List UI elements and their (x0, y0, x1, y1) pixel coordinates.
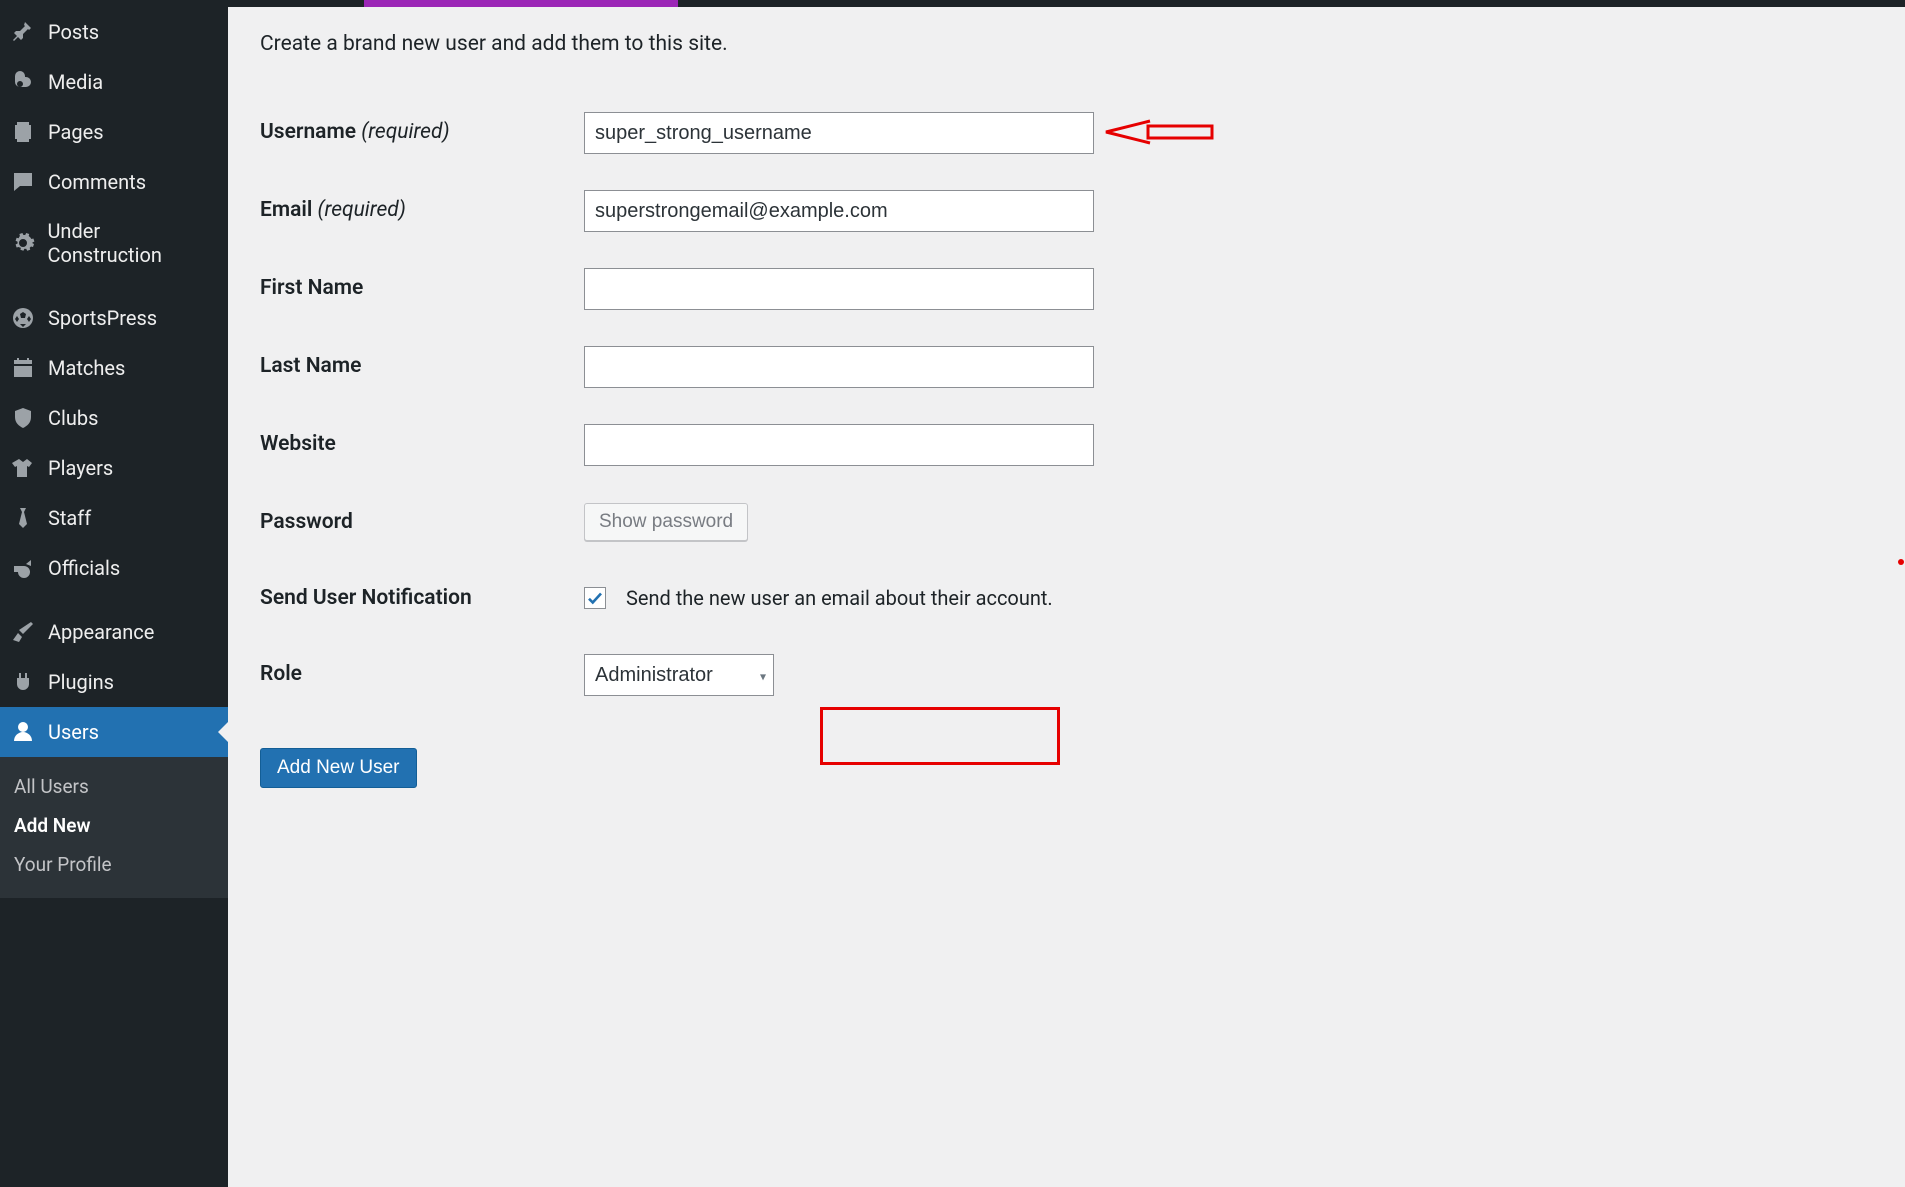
last-name-input[interactable] (584, 346, 1094, 388)
email-label: Email (required) (260, 172, 584, 250)
sidebar-item-label: Media (48, 70, 103, 94)
main-content: Create a brand new user and add them to … (228, 0, 1905, 1187)
annotation-dot (1898, 559, 1904, 565)
last-name-label: Last Name (260, 328, 584, 406)
notification-checkbox[interactable] (584, 587, 606, 609)
sidebar-item-appearance[interactable]: Appearance (0, 607, 228, 657)
sidebar-item-label: Comments (48, 170, 146, 194)
username-label: Username (required) (260, 94, 584, 172)
first-name-input[interactable] (584, 268, 1094, 310)
sidebar-item-label: Players (48, 456, 113, 480)
shield-icon (10, 405, 36, 431)
first-name-label: First Name (260, 250, 584, 328)
sidebar-item-under-construction[interactable]: Under Construction (0, 207, 228, 279)
notification-label: Send User Notification (260, 560, 584, 636)
sidebar-item-label: SportsPress (48, 306, 157, 330)
comment-icon (10, 169, 36, 195)
brush-icon (10, 619, 36, 645)
shirt-icon (10, 455, 36, 481)
email-input[interactable] (584, 190, 1094, 232)
sidebar-item-pages[interactable]: Pages (0, 107, 228, 157)
admin-sidebar: Posts Media Pages Comments Under Constru (0, 0, 228, 1187)
sidebar-item-clubs[interactable]: Clubs (0, 393, 228, 443)
sidebar-item-users[interactable]: Users (0, 707, 228, 757)
whistle-icon (10, 555, 36, 581)
password-label: Password (260, 484, 584, 560)
show-password-button[interactable]: Show password (584, 503, 748, 541)
website-label: Website (260, 406, 584, 484)
role-label: Role (260, 636, 584, 714)
add-new-user-button[interactable]: Add New User (260, 748, 417, 788)
check-icon (586, 589, 604, 607)
sidebar-item-label: Under Construction (47, 219, 216, 267)
soccer-icon (10, 305, 36, 331)
sidebar-item-sportspress[interactable]: SportsPress (0, 293, 228, 343)
sidebar-item-media[interactable]: Media (0, 57, 228, 107)
sidebar-item-label: Staff (48, 506, 91, 530)
submenu-item-add-new[interactable]: Add New (0, 806, 228, 845)
user-icon (10, 719, 36, 745)
menu-separator (0, 279, 228, 293)
sidebar-item-label: Pages (48, 120, 104, 144)
sidebar-item-plugins[interactable]: Plugins (0, 657, 228, 707)
sidebar-item-posts[interactable]: Posts (0, 7, 228, 57)
menu-separator (0, 593, 228, 607)
tie-icon (10, 505, 36, 531)
sidebar-item-label: Matches (48, 356, 125, 380)
sidebar-item-label: Officials (48, 556, 120, 580)
submenu-item-all-users[interactable]: All Users (0, 767, 228, 806)
gear-icon (10, 230, 35, 256)
page-icon (10, 119, 36, 145)
sidebar-item-staff[interactable]: Staff (0, 493, 228, 543)
website-input[interactable] (584, 424, 1094, 466)
sidebar-item-label: Posts (48, 20, 99, 44)
notification-checkbox-label: Send the new user an email about their a… (626, 586, 1053, 610)
sidebar-submenu-users: All Users Add New Your Profile (0, 757, 228, 898)
sidebar-item-label: Clubs (48, 406, 98, 430)
sidebar-item-label: Plugins (48, 670, 114, 694)
admin-bar-accent (364, 0, 678, 7)
sidebar-item-matches[interactable]: Matches (0, 343, 228, 393)
sidebar-item-comments[interactable]: Comments (0, 157, 228, 207)
add-user-form: Username (required) Email (required) (260, 94, 1094, 714)
media-icon (10, 69, 36, 95)
admin-bar (0, 0, 1905, 7)
sidebar-item-officials[interactable]: Officials (0, 543, 228, 593)
sidebar-item-label: Users (48, 720, 99, 744)
sidebar-item-label: Appearance (48, 620, 154, 644)
plug-icon (10, 669, 36, 695)
submenu-item-your-profile[interactable]: Your Profile (0, 845, 228, 884)
page-intro: Create a brand new user and add them to … (260, 32, 1875, 56)
role-select[interactable] (584, 654, 774, 696)
calendar-icon (10, 355, 36, 381)
username-input[interactable] (584, 112, 1094, 154)
pin-icon (10, 19, 36, 45)
sidebar-item-players[interactable]: Players (0, 443, 228, 493)
